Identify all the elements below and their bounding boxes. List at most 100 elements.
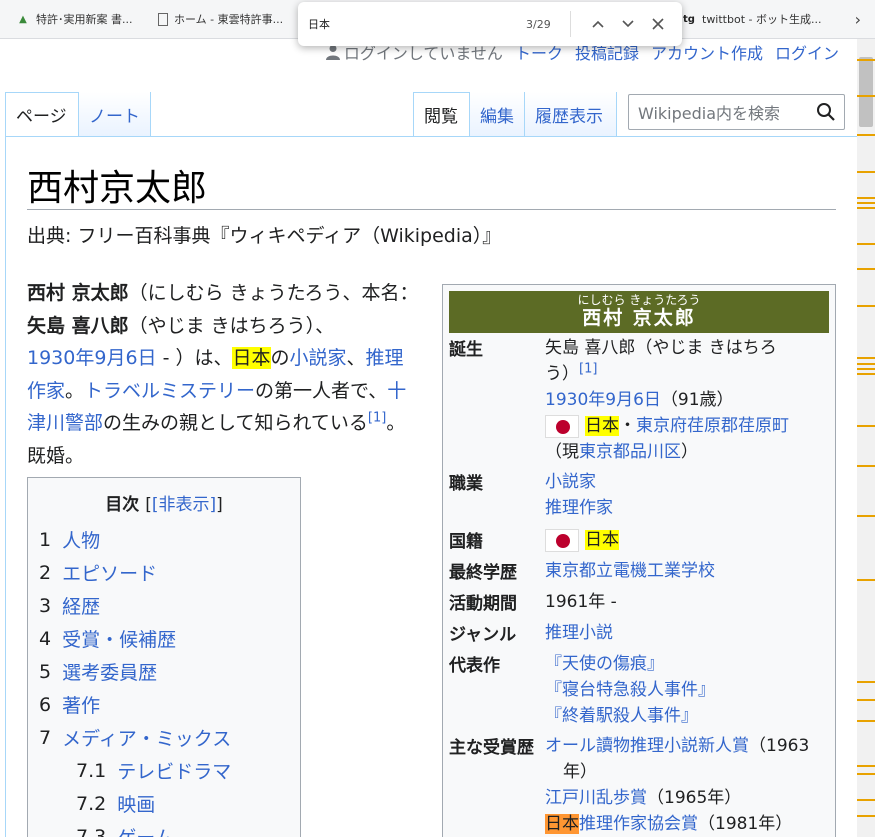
bookmark-label: ホーム - 東雲特許事... — [174, 13, 284, 26]
toc-number: 7.2 — [76, 792, 107, 815]
lead-text: 、 — [346, 347, 366, 369]
find-marker — [857, 197, 875, 199]
tab-talk[interactable]: ノート — [79, 92, 151, 136]
birth-date: 1930年9月6日（91歳） — [545, 387, 835, 413]
infobox-name: 西村 京太郎 — [582, 307, 696, 329]
award-link[interactable]: オール讀物推理小説新人賞 — [545, 736, 749, 756]
find-marker — [857, 373, 875, 375]
award-link[interactable]: 江戸川乱歩賞 — [545, 788, 647, 808]
find-next-button[interactable] — [615, 11, 641, 37]
current-place-link[interactable]: 東京都品川区 — [579, 442, 681, 462]
find-marker — [857, 765, 875, 767]
patent-icon: ▲ — [19, 13, 27, 25]
real-name: 矢島 喜八郎 — [27, 314, 129, 337]
toc-number: 6 — [39, 693, 52, 716]
scrollbar-thumb[interactable] — [859, 57, 873, 127]
toc-subitem[interactable]: 7.3 ゲーム — [28, 820, 300, 837]
find-marker — [857, 134, 875, 136]
toc-item[interactable]: 6 著作 — [28, 688, 300, 721]
login-link[interactable]: ログイン — [775, 40, 839, 64]
award-year: （1963 — [749, 736, 810, 756]
find-input[interactable] — [308, 17, 508, 31]
find-marker — [857, 681, 875, 683]
search-input[interactable]: Wikipedia内を検索 — [628, 94, 845, 130]
tab-page[interactable]: ページ — [5, 92, 79, 136]
lead-text: （やじま きはちろう）、 — [128, 314, 335, 337]
table-of-contents: 目次 [[非表示]] 1 人物 2 エピソード 3 経歴 4 受賞・候補歴 5 選考委員歴… — [27, 477, 301, 837]
work-link[interactable]: 『終着駅殺人事件』 — [545, 703, 835, 729]
separator: ・ — [619, 416, 636, 436]
tab-label: ノート — [89, 106, 140, 127]
find-marker — [857, 59, 875, 61]
infobox-value: 1961年 - — [545, 589, 835, 615]
infobox-label: 職業 — [449, 474, 483, 494]
infobox: にしむら きょうたろう 西村 京太郎 誕生 矢島 喜八郎（やじま きはちろ う）… — [442, 284, 836, 837]
mystery-writer-link[interactable]: 推理作家 — [545, 495, 835, 521]
novelist-link[interactable]: 小説家 — [545, 469, 835, 495]
birth-place: 日本・東京府荏原郡荏原町 — [545, 413, 835, 439]
work-link[interactable]: 『天使の傷痕』 — [545, 651, 835, 677]
current-open: （現 — [545, 442, 579, 462]
infobox-label: ジャンル — [449, 625, 517, 645]
toc-subitem[interactable]: 7.2 映画 — [28, 787, 300, 820]
work-link[interactable]: 『寝台特急殺人事件』 — [545, 677, 835, 703]
toc-label: 経歴 — [62, 596, 101, 618]
find-prev-button[interactable] — [585, 11, 611, 37]
scrollbar[interactable] — [857, 39, 875, 837]
toc-item[interactable]: 7 メディア・ミックス — [28, 721, 300, 754]
toc-item[interactable]: 3 経歴 — [28, 589, 300, 622]
user-icon — [325, 45, 340, 60]
chevron-up-icon — [592, 20, 604, 28]
toc-label: 映画 — [117, 794, 156, 816]
search-icon[interactable] — [816, 102, 836, 122]
toc-item[interactable]: 5 選考委員歴 — [28, 655, 300, 688]
find-marker — [857, 268, 875, 270]
toc-toggle-label[interactable]: [非表示] — [152, 495, 216, 515]
toc-toggle[interactable]: [[非表示]] — [145, 495, 223, 515]
bookmark-home[interactable]: ホーム - 東雲特許事... — [150, 11, 291, 27]
chevron-right-icon[interactable]: › — [855, 10, 861, 29]
lead-text: の生みの親として知られている — [103, 412, 368, 434]
genre-link[interactable]: 推理小説 — [545, 620, 835, 646]
find-close-button[interactable] — [645, 11, 671, 37]
bookmark-twittbot[interactable]: tg twittbot - ボット生成... — [674, 11, 829, 27]
chevron-down-icon — [622, 20, 634, 28]
current-place: （現東京都品川区） — [545, 439, 835, 465]
infobox-label: 国籍 — [449, 532, 483, 552]
toc-heading: 目次 — [105, 495, 140, 515]
find-marker — [857, 363, 875, 365]
article-content: 西村京太郎 出典: フリー百科事典『ウィキペディア（Wikipedia）』 西村… — [5, 136, 857, 837]
toc-label: 著作 — [62, 695, 101, 717]
find-highlight: 日本 — [232, 347, 271, 369]
tab-label: 閲覧 — [424, 107, 458, 127]
novelist-link[interactable]: 小説家 — [290, 347, 347, 369]
birth-place-link[interactable]: 東京府荏原郡荏原町 — [636, 416, 789, 436]
tab-read[interactable]: 閲覧 — [413, 92, 470, 136]
find-marker — [857, 243, 875, 245]
subject-name: 西村 京太郎 — [27, 282, 129, 304]
tab-history[interactable]: 履歴表示 — [525, 92, 617, 136]
birth-date-link[interactable]: 1930年9月6日 — [545, 390, 661, 410]
toc-number: 7.1 — [76, 759, 107, 782]
toc-item[interactable]: 4 受賞・候補歴 — [28, 622, 300, 655]
find-marker — [857, 95, 875, 97]
travel-mystery-link[interactable]: トラベルミステリー — [84, 380, 255, 402]
reference-link[interactable]: [1] — [368, 411, 386, 426]
tab-label: 履歴表示 — [535, 106, 603, 127]
school-link[interactable]: 東京都立電機工業学校 — [545, 558, 835, 584]
infobox-label: 最終学歴 — [449, 563, 517, 583]
toc-label: エピソード — [62, 563, 158, 585]
birth-date-link[interactable]: 1930年9月6日 — [27, 347, 157, 369]
reference-link[interactable]: [1] — [579, 361, 597, 376]
real-name: 矢島 喜八郎（やじま きはちろ — [545, 338, 777, 358]
bookmark-patent[interactable]: ▲ 特許･実用新案 書... — [8, 11, 141, 27]
divider — [570, 11, 571, 37]
lead-paragraph: 西村 京太郎（にしむら きょうたろう、本名： 矢島 喜八郎（やじま きはちろう）、… — [27, 277, 419, 472]
toc-subitem[interactable]: 7.1 テレビドラマ — [28, 754, 300, 787]
tab-edit[interactable]: 編集 — [470, 92, 525, 136]
award-link[interactable]: 推理作家協会賞 — [579, 814, 698, 834]
toc-number: 2 — [39, 561, 52, 584]
toc-item[interactable]: 2 エピソード — [28, 556, 300, 589]
toc-item[interactable]: 1 人物 — [28, 523, 300, 556]
infobox-value: 小説家 推理作家 — [545, 469, 835, 521]
